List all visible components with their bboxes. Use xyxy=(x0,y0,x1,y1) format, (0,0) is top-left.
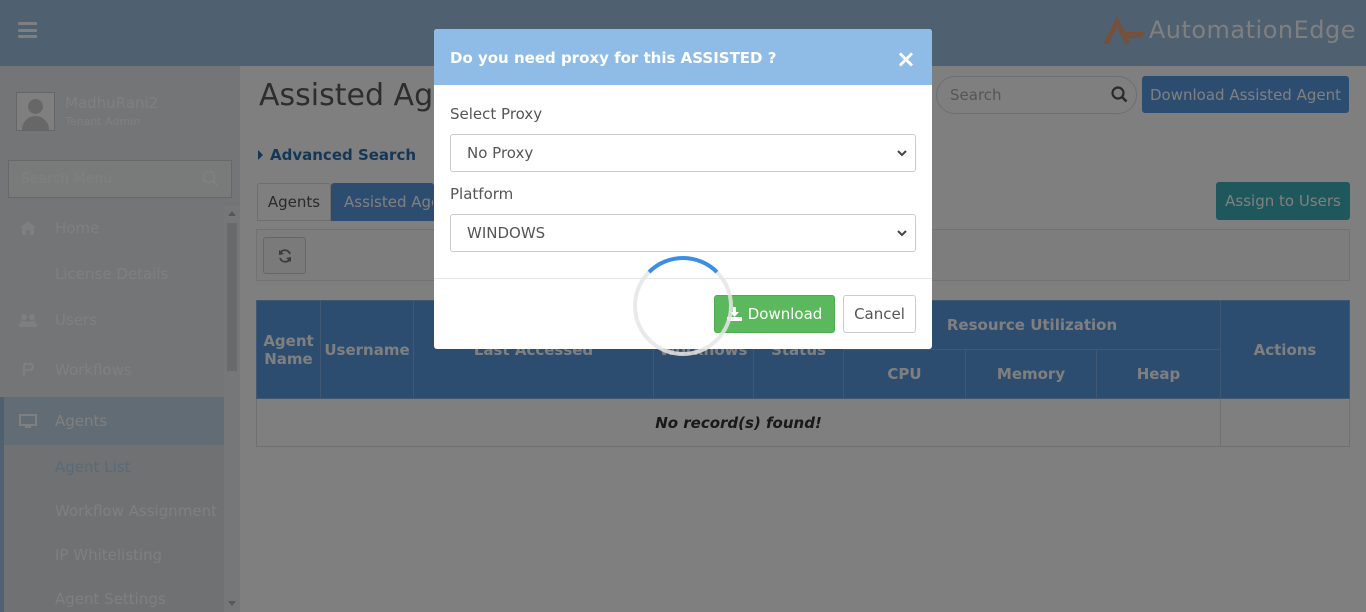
proxy-select[interactable]: No Proxy xyxy=(450,134,916,172)
chevron-down-icon xyxy=(897,150,907,157)
chevron-down-icon xyxy=(897,230,907,237)
select-proxy-label: Select Proxy xyxy=(450,105,543,123)
close-icon[interactable]: × xyxy=(896,47,916,71)
download-button-label: Download xyxy=(747,305,823,323)
loading-spinner xyxy=(633,256,733,356)
cancel-button[interactable]: Cancel xyxy=(843,295,916,333)
platform-label: Platform xyxy=(450,185,514,203)
platform-select-value: WINDOWS xyxy=(467,224,546,242)
dialog-header: Do you need proxy for this ASSISTED ? × xyxy=(434,29,932,85)
proxy-select-value: No Proxy xyxy=(467,144,534,162)
dialog-title: Do you need proxy for this ASSISTED ? xyxy=(450,49,777,67)
platform-select[interactable]: WINDOWS xyxy=(450,214,916,252)
